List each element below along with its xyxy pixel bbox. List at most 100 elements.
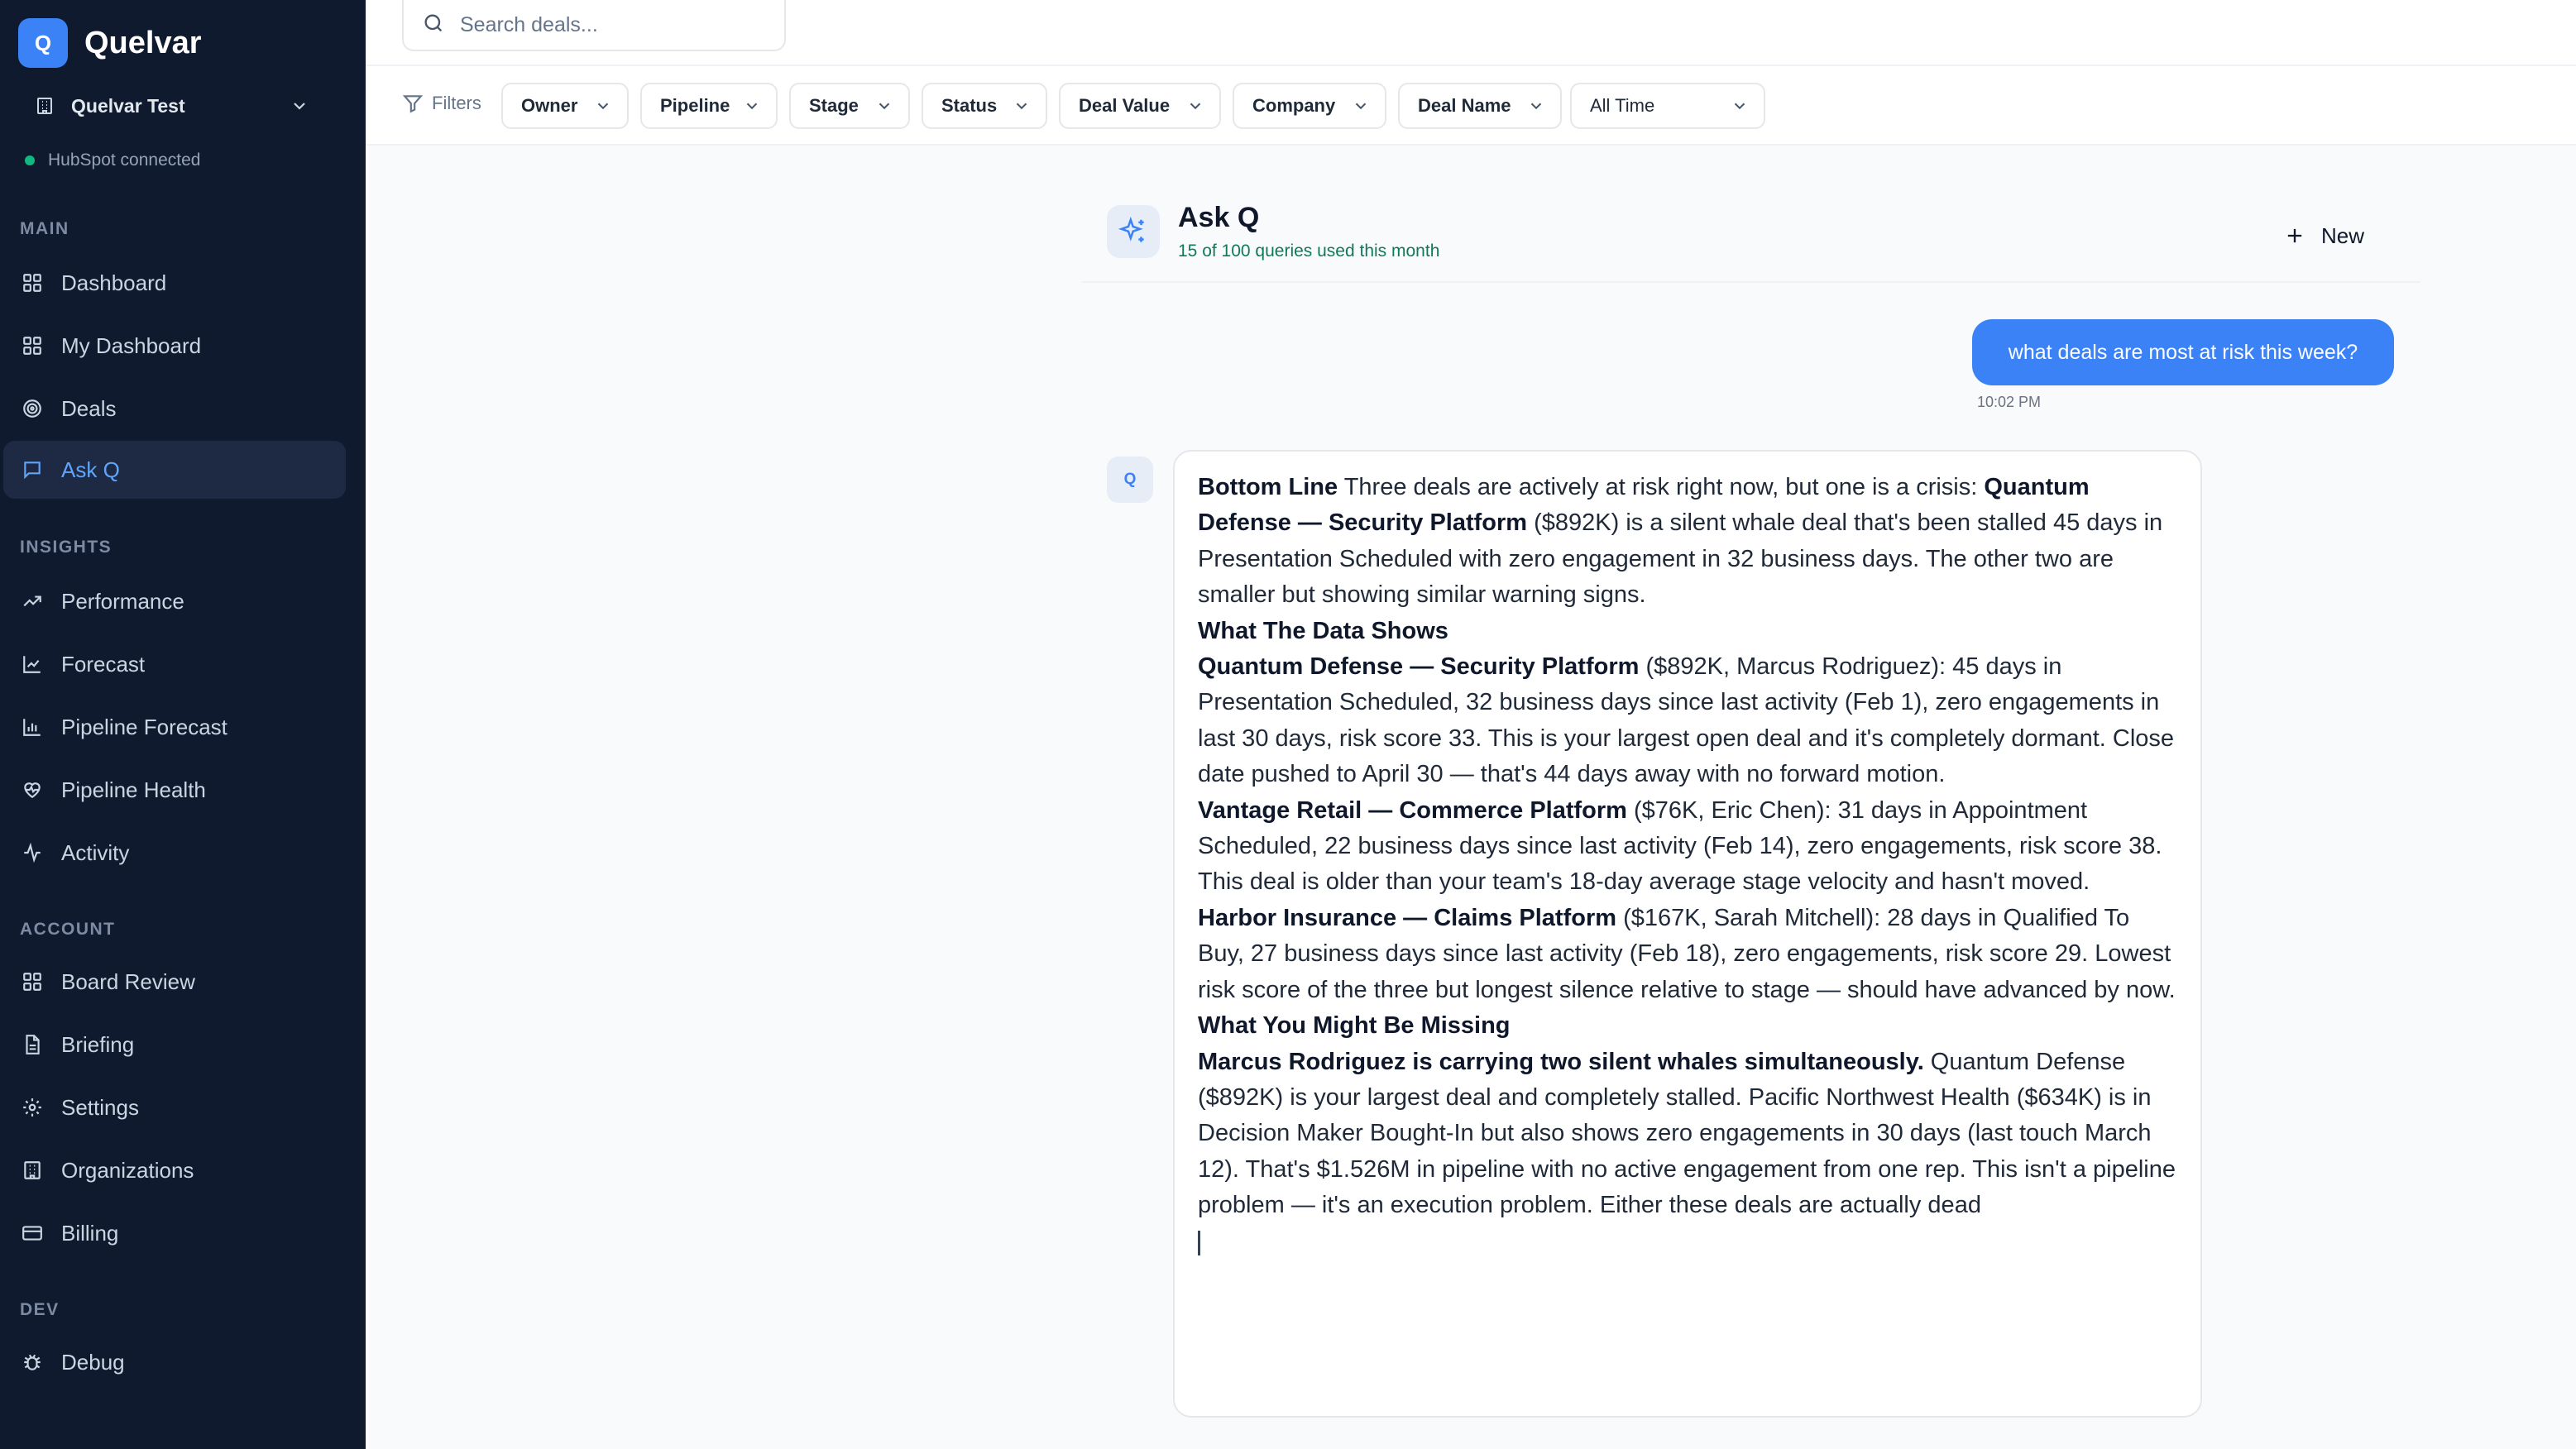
sidebar-item-ask-q[interactable]: Ask Q [3, 441, 346, 499]
sidebar-item-pipeline-health[interactable]: Pipeline Health [3, 761, 346, 819]
reply-deal-1: Quantum Defense — Security Platform ($89… [1198, 653, 2175, 788]
connection-status: HubSpot connected [25, 151, 200, 170]
chevron-down-icon [875, 97, 893, 115]
sidebar-item-label: Dashboard [61, 270, 167, 295]
grid-icon [20, 333, 45, 358]
section-label-main: MAIN [20, 219, 69, 238]
sidebar-item-settings[interactable]: Settings [3, 1078, 346, 1136]
grid-icon [20, 270, 45, 295]
top-bar [366, 0, 2576, 66]
filter-pipeline-label: Pipeline [660, 95, 730, 116]
filter-time-range-label: All Time [1590, 95, 1655, 116]
sidebar-item-deals[interactable]: Deals [3, 380, 346, 438]
reply-deal-2: Vantage Retail — Commerce Platform ($76K… [1198, 796, 2162, 896]
filter-pipeline[interactable]: Pipeline [640, 83, 778, 129]
message-timestamp: 10:02 PM [1977, 394, 2042, 410]
sidebar-item-label: Pipeline Forecast [61, 714, 227, 739]
filter-owner-label: Owner [521, 95, 578, 116]
sidebar-item-label: Board Review [61, 968, 195, 994]
filters-label: Filters [432, 93, 481, 113]
sidebar-item-activity[interactable]: Activity [3, 824, 346, 882]
sidebar-item-organizations[interactable]: Organizations [3, 1141, 346, 1199]
filter-owner[interactable]: Owner [501, 83, 629, 129]
sidebar-item-label: Activity [61, 839, 130, 865]
sidebar-item-label: Organizations [61, 1157, 194, 1183]
ask-header: Ask Q 15 of 100 queries used this month … [1082, 146, 2420, 283]
sidebar-item-dashboard[interactable]: Dashboard [3, 254, 346, 312]
chevron-down-icon [1186, 97, 1204, 115]
reply-deal-3: Harbor Insurance — Claims Platform ($167… [1198, 904, 2176, 1003]
reply-heading: What You Might Be Missing [1198, 1012, 1511, 1040]
sidebar-item-label: Pipeline Health [61, 777, 206, 802]
sidebar-item-pipeline-forecast[interactable]: Pipeline Forecast [3, 698, 346, 756]
org-name: Quelvar Test [71, 94, 185, 117]
filter-icon [402, 93, 424, 114]
search-input[interactable] [460, 12, 774, 37]
activity-icon [20, 840, 45, 865]
org-selector[interactable]: Quelvar Test [18, 81, 324, 131]
chevron-down-icon [743, 97, 761, 115]
usage-counter: 15 of 100 queries used this month [1178, 242, 1440, 261]
filter-deal-value[interactable]: Deal Value [1059, 83, 1221, 129]
message-square-icon [20, 457, 45, 482]
sidebar-item-label: Forecast [61, 651, 146, 677]
sidebar-item-label: Settings [61, 1094, 139, 1120]
sidebar-item-label: My Dashboard [61, 332, 202, 358]
filter-deal-value-label: Deal Value [1079, 95, 1171, 116]
user-message: what deals are most at risk this week? [1972, 319, 2394, 385]
filter-deal-name[interactable]: Deal Name [1398, 83, 1562, 129]
reply-bottom-line: Bottom Line Three deals are actively at … [1198, 474, 2163, 609]
heart-pulse-icon [20, 777, 45, 802]
sidebar: Q Quelvar Quelvar Test HubSpot connected… [0, 0, 366, 1449]
sidebar-item-billing[interactable]: Billing [3, 1204, 346, 1262]
sparkles-icon [1107, 205, 1160, 258]
building-icon [33, 94, 56, 117]
search-icon [422, 12, 445, 39]
brand-name: Quelvar [84, 25, 202, 60]
sidebar-item-my-dashboard[interactable]: My Dashboard [3, 317, 346, 375]
chevron-down-icon [290, 96, 309, 116]
sidebar-item-label: Deals [61, 395, 117, 421]
target-icon [20, 396, 45, 421]
sidebar-item-briefing[interactable]: Briefing [3, 1016, 346, 1074]
filter-status[interactable]: Status [922, 83, 1047, 129]
assistant-avatar: Q [1107, 457, 1153, 503]
brand-logo: Q [18, 18, 68, 68]
file-text-icon [20, 1032, 45, 1057]
bug-icon [20, 1350, 45, 1375]
sidebar-item-label: Performance [61, 588, 184, 614]
filter-stage[interactable]: Stage [789, 83, 910, 129]
plus-icon [2283, 224, 2306, 247]
filter-company-label: Company [1252, 95, 1336, 116]
new-chat-button[interactable]: New [2283, 215, 2364, 256]
typing-cursor [1198, 1230, 1200, 1255]
sidebar-item-debug[interactable]: Debug [3, 1333, 346, 1391]
sidebar-item-label: Billing [61, 1220, 119, 1246]
main-content: Ask Q 15 of 100 queries used this month … [366, 146, 2576, 1449]
sidebar-item-label: Ask Q [61, 457, 120, 482]
building-icon [20, 1158, 45, 1183]
deal-name: Harbor Insurance — Claims Platform [1198, 904, 1617, 931]
status-dot [25, 155, 35, 165]
brand[interactable]: Q Quelvar [18, 18, 202, 68]
search-box[interactable] [402, 0, 786, 51]
chevron-down-icon [1731, 97, 1749, 115]
gear-icon [20, 1095, 45, 1120]
section-label-account: ACCOUNT [20, 920, 116, 939]
sidebar-item-performance[interactable]: Performance [3, 572, 346, 630]
filter-time-range[interactable]: All Time [1570, 83, 1765, 129]
sidebar-item-label: Debug [61, 1349, 125, 1375]
filter-deal-name-label: Deal Name [1418, 95, 1511, 116]
sidebar-item-board-review[interactable]: Board Review [3, 953, 346, 1011]
filters-toggle[interactable]: Filters [402, 93, 481, 114]
credit-card-icon [20, 1221, 45, 1246]
filter-company[interactable]: Company [1233, 83, 1386, 129]
line-chart-icon [20, 652, 45, 677]
page-title: Ask Q [1178, 202, 1260, 233]
chevron-down-icon [1527, 97, 1545, 115]
reply-heading: Bottom Line [1198, 474, 1338, 500]
filter-bar: Filters Owner Pipeline Stage Status Deal… [366, 66, 2576, 146]
deal-name: Quantum Defense — Security Platform [1198, 653, 1640, 681]
sidebar-item-forecast[interactable]: Forecast [3, 635, 346, 693]
filter-stage-label: Stage [809, 95, 859, 116]
